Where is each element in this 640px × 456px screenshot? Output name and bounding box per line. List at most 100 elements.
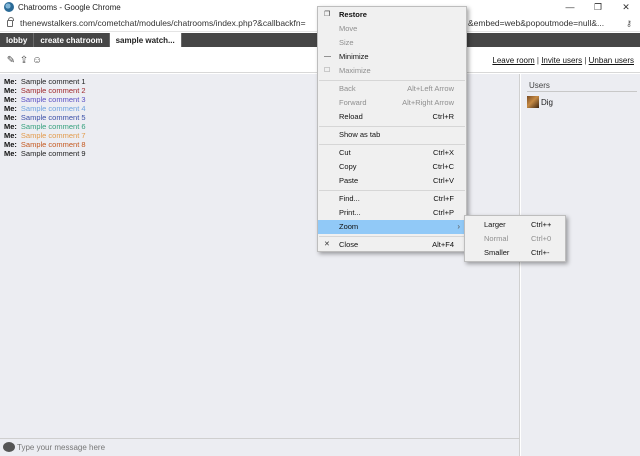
leave-room-link[interactable]: Leave room — [492, 56, 534, 65]
close-icon: ✕ — [324, 241, 330, 248]
menu-item-label: Zoom — [339, 222, 359, 231]
link-separator: | — [584, 56, 587, 65]
menu-item-shortcut: Ctrl+R — [432, 112, 454, 121]
message-input[interactable] — [17, 440, 512, 455]
menu-item-forward: Forward Alt+Right Arrow — [318, 96, 466, 110]
menu-item-label: Minimize — [339, 52, 369, 61]
users-divider — [527, 91, 637, 92]
menu-item-label: Find... — [339, 194, 360, 203]
menu-item-show-as-tab[interactable]: Show as tab — [318, 128, 466, 142]
menu-item-shortcut: Ctrl+V — [432, 176, 454, 185]
upload-icon[interactable]: ⇪ — [19, 56, 29, 66]
menu-item-zoom[interactable]: Zoom › — [318, 220, 466, 234]
message-composer — [0, 438, 520, 456]
minimize-icon: — — [324, 53, 331, 60]
message-author: Me: — [4, 77, 17, 86]
smiley-icon[interactable]: ☺ — [32, 56, 42, 66]
menu-item-find[interactable]: Find... Ctrl+F — [318, 192, 466, 206]
menu-separator — [319, 144, 465, 145]
menu-item-move: Move — [318, 22, 466, 36]
menu-item-shortcut: Alt+Left Arrow — [407, 84, 454, 93]
minimize-window-icon[interactable]: — — [556, 0, 584, 14]
menu-item-restore[interactable]: ❐ Restore — [318, 8, 466, 22]
zoom-item-shortcut: Ctrl++ — [531, 220, 552, 229]
menu-item-shortcut: Ctrl+F — [433, 194, 454, 203]
lock-icon[interactable] — [7, 17, 14, 27]
unban-users-link[interactable]: Unban users — [589, 56, 634, 65]
menu-item-size: Size — [318, 36, 466, 50]
menu-item-cut[interactable]: Cut Ctrl+X — [318, 146, 466, 160]
restore-icon: ❐ — [324, 11, 331, 18]
menu-item-label: Print... — [339, 208, 361, 217]
zoom-item-label: Larger — [484, 220, 506, 229]
user-avatar[interactable] — [527, 96, 539, 108]
menu-item-copy[interactable]: Copy Ctrl+C — [318, 160, 466, 174]
window-context-menu: ❐ Restore Move Size — Minimize ☐ Maximize B… — [317, 6, 467, 252]
menu-item-label: Maximize — [339, 66, 371, 75]
chat-message: Me: Sample comment 7 — [4, 131, 86, 140]
tab-lobby[interactable]: lobby — [0, 33, 35, 47]
window-title: Chatrooms - Google Chrome — [18, 2, 121, 12]
message-author: Me: — [4, 149, 17, 158]
menu-item-shortcut: Alt+Right Arrow — [402, 98, 454, 107]
tab-create-chatroom[interactable]: create chatroom — [34, 33, 110, 47]
menu-item-label: Size — [339, 38, 354, 47]
menu-item-shortcut: Ctrl+C — [432, 162, 454, 171]
zoom-item-label: Normal — [484, 234, 509, 243]
chat-message: Me: Sample comment 1 — [4, 77, 86, 86]
message-text: Sample comment 9 — [20, 149, 86, 158]
menu-item-shortcut: Ctrl+P — [432, 208, 454, 217]
restore-window-icon[interactable]: ❐ — [584, 0, 612, 14]
menu-item-minimize[interactable]: — Minimize — [318, 50, 466, 64]
room-links: Leave room | Invite users | Unban users — [492, 56, 634, 65]
chat-message: Me: Sample comment 5 — [4, 113, 86, 122]
message-author: Me: — [4, 86, 17, 95]
chat-message: Me: Sample comment 8 — [4, 140, 86, 149]
menu-item-paste[interactable]: Paste Ctrl+V — [318, 174, 466, 188]
users-panel: Users Dig — [521, 74, 640, 456]
menu-separator — [319, 190, 465, 191]
chat-message: Me: Sample comment 3 — [4, 95, 86, 104]
menu-separator — [319, 236, 465, 237]
menu-item-close[interactable]: ✕ Close Alt+F4 — [318, 238, 466, 252]
menu-item-shortcut: Ctrl+X — [432, 148, 454, 157]
zoom-item-normal: Normal Ctrl+0 — [465, 232, 565, 246]
message-author: Me: — [4, 122, 17, 131]
zoom-item-shortcut: Ctrl+0 — [531, 234, 552, 243]
url-left: thenewstalkers.com/cometchat/modules/cha… — [20, 17, 306, 28]
edit-icon[interactable]: ✎ — [6, 56, 16, 66]
maximize-icon: ☐ — [324, 67, 331, 74]
menu-item-label: Restore — [339, 10, 367, 19]
link-separator: | — [536, 56, 539, 65]
close-window-icon[interactable]: ✕ — [612, 0, 640, 14]
message-text: Sample comment 3 — [20, 95, 86, 104]
message-text: Sample comment 1 — [20, 77, 86, 86]
message-author: Me: — [4, 113, 17, 122]
menu-separator — [319, 80, 465, 81]
zoom-item-smaller[interactable]: Smaller Ctrl+- — [465, 246, 565, 260]
window-controls: — ❐ ✕ — [556, 0, 640, 14]
menu-item-reload[interactable]: Reload Ctrl+R — [318, 110, 466, 124]
menu-item-label: Move — [339, 24, 358, 33]
menu-item-label: Copy — [339, 162, 357, 171]
chat-message: Me: Sample comment 2 — [4, 86, 86, 95]
key-icon[interactable]: ⚷ — [626, 19, 632, 28]
message-text: Sample comment 7 — [20, 131, 86, 140]
zoom-item-larger[interactable]: Larger Ctrl++ — [465, 218, 565, 232]
message-author: Me: — [4, 131, 17, 140]
user-name[interactable]: Dig — [541, 98, 553, 107]
menu-separator — [319, 126, 465, 127]
message-text: Sample comment 8 — [20, 140, 86, 149]
message-text: Sample comment 5 — [20, 113, 86, 122]
zoom-item-label: Smaller — [484, 248, 510, 257]
submenu-arrow-icon: › — [457, 222, 460, 231]
message-author: Me: — [4, 95, 17, 104]
menu-item-label: Reload — [339, 112, 363, 121]
chat-message: Me: Sample comment 6 — [4, 122, 86, 131]
tab-sample-watch[interactable]: sample watch... — [109, 33, 182, 47]
chatrooms-app-icon — [4, 2, 14, 12]
users-title: Users — [529, 81, 550, 90]
invite-users-link[interactable]: Invite users — [541, 56, 582, 65]
url-right: &embed=web&popoutmode=null&... — [468, 18, 605, 28]
menu-item-print[interactable]: Print... Ctrl+P — [318, 206, 466, 220]
